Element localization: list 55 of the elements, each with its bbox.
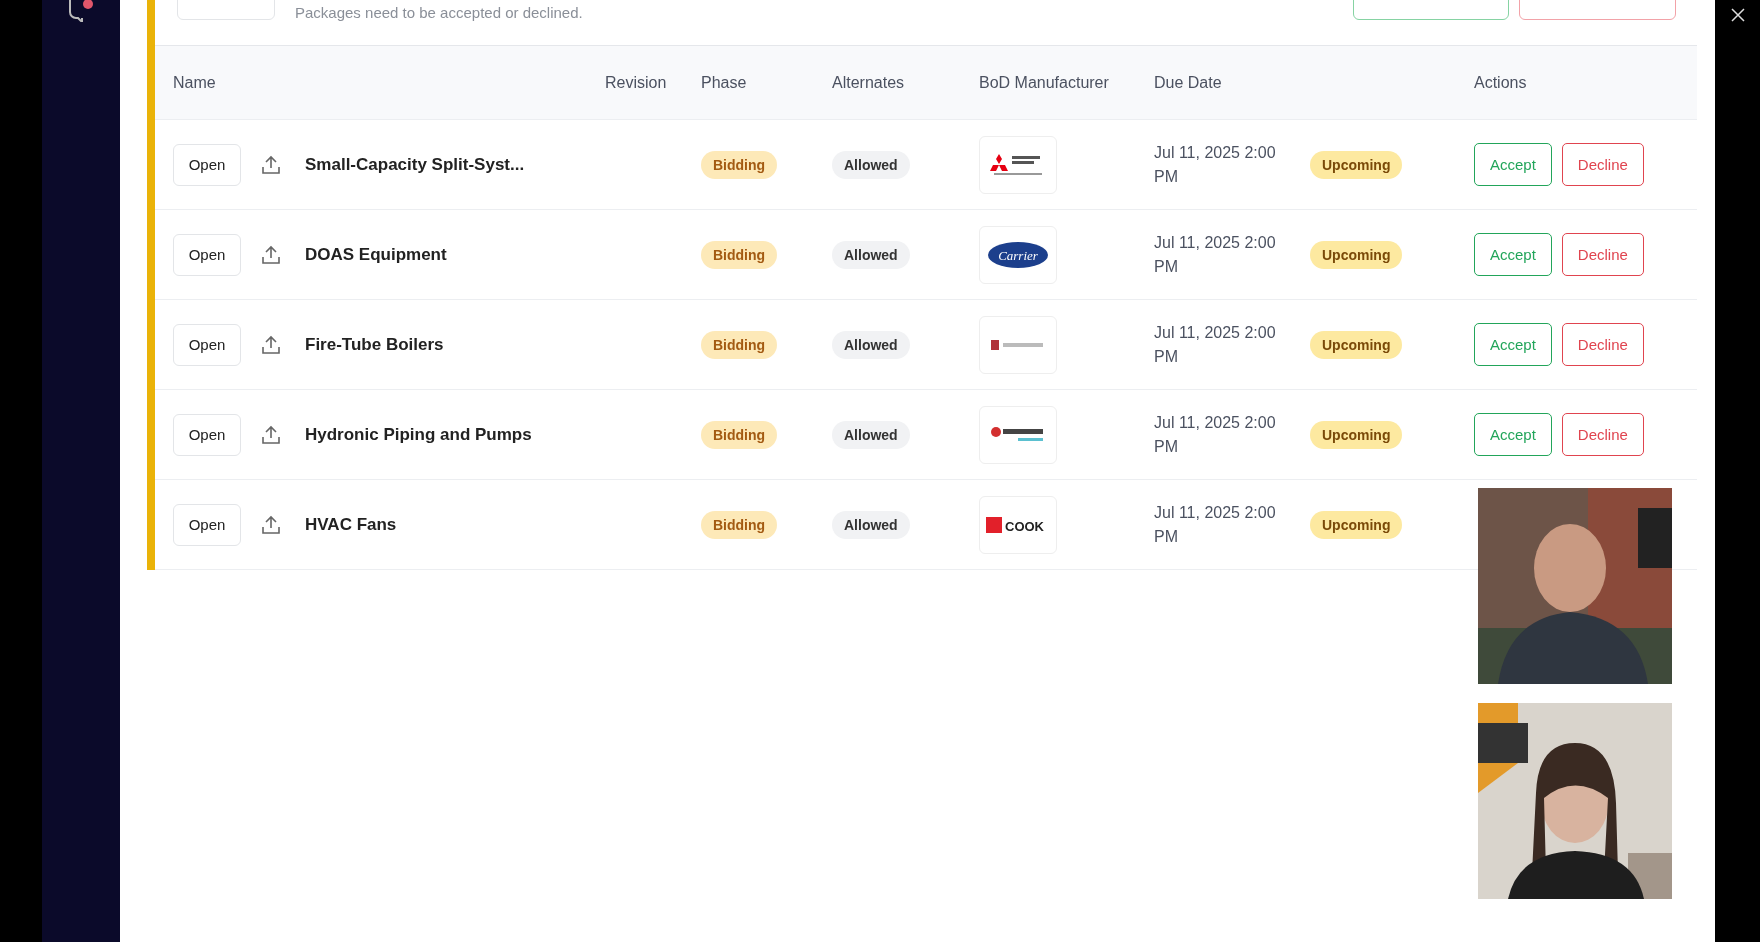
phase-badge: Bidding [701,150,778,179]
package-name: HVAC Fans [305,514,397,535]
column-header: Alternates [832,73,905,92]
column-header: Name [173,73,216,92]
due-date: Jul 11, 2025 2:00 PM [1154,142,1277,187]
column-header: Due Date [1154,73,1222,92]
column-header: Actions [1474,73,1527,92]
open-button[interactable]: Open [173,323,241,366]
status-badge: Upcoming [1310,330,1403,359]
column-header: Revision [605,73,667,92]
due-date: Jul 11, 2025 2:00 PM [1154,232,1277,277]
accept-button[interactable]: Accept [1474,233,1552,276]
decline-button[interactable]: Decline [1561,233,1644,276]
close-icon[interactable] [1730,8,1745,22]
logo-icon: Carrier [987,240,1049,269]
decline-button[interactable]: Decline [1561,413,1644,456]
logo-icon [991,337,1045,352]
package-name: Hydronic Piping and Pumps [305,424,532,445]
due-date: Jul 11, 2025 2:00 PM [1154,412,1277,457]
package-name: Small-Capacity Split-Syst... [305,154,525,175]
alternates-badge: Allowed [832,510,910,539]
open-button[interactable]: Open [173,143,241,186]
status-badge: Upcoming [1310,150,1403,179]
alternates-badge: Allowed [832,420,910,449]
upload-icon[interactable] [261,424,281,445]
upload-icon[interactable] [261,244,281,265]
decline-button[interactable]: Decline [1561,143,1644,186]
subtitle: Packages need to be accepted or declined. [295,4,583,21]
accept-button[interactable]: Accept [1474,323,1552,366]
upload-icon[interactable] [261,334,281,355]
phase-badge: Bidding [701,240,778,269]
package-name: DOAS Equipment [305,244,447,265]
accept-button[interactable]: Accept [1474,143,1552,186]
upload-icon[interactable] [261,514,281,535]
alternates-badge: Allowed [832,330,910,359]
open-button[interactable]: Open [173,413,241,456]
open-button[interactable]: Open [173,233,241,276]
alternates-badge: Allowed [832,240,910,269]
decline-button[interactable]: Decline [1561,323,1644,366]
accept-button[interactable]: Accept [1474,413,1552,456]
status-badge: Upcoming [1310,420,1403,449]
upload-icon[interactable] [261,154,281,175]
column-header: BoD Manufacturer [979,73,1109,92]
status-badge: Upcoming [1310,240,1403,269]
alternates-badge: Allowed [832,150,910,179]
status-badge: Upcoming [1310,510,1403,539]
phase-badge: Bidding [701,420,778,449]
column-header: Phase [701,73,747,92]
phase-badge: Bidding [701,330,778,359]
phase-badge: Bidding [701,510,778,539]
package-name: Fire-Tube Boilers [305,334,444,355]
chat-icon[interactable] [66,0,96,22]
due-date: Jul 11, 2025 2:00 PM [1154,502,1277,547]
open-button[interactable]: Open [173,503,241,546]
due-date: Jul 11, 2025 2:00 PM [1154,322,1277,367]
